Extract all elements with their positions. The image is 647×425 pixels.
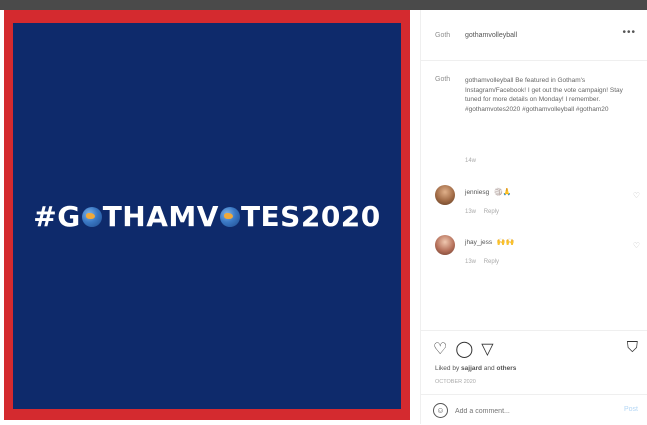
post-sidebar: Goth gothamvolleyball ••• Goth gothamvol… xyxy=(420,10,647,424)
top-strip xyxy=(0,0,647,10)
profile-avatar-logo[interactable]: Goth xyxy=(435,32,461,39)
add-comment-bar: ☺ Post xyxy=(421,394,647,425)
comment-meta: 13w Reply xyxy=(465,259,505,265)
comment-username[interactable]: jenniesg xyxy=(465,189,489,196)
hashtag-text: #G THAMV TES2020 xyxy=(33,200,381,233)
comment-item: jhay_jess 🙌🙌 13w Reply ♡ xyxy=(435,235,640,275)
comment-text: 🏐🙏 xyxy=(494,189,512,196)
reply-link[interactable]: Reply xyxy=(484,259,499,265)
comment-item: jenniesg 🏐🙏 13w Reply ♡ xyxy=(435,185,640,225)
heart-icon[interactable]: ♡ xyxy=(433,339,447,359)
comment-author[interactable]: jenniesg 🏐🙏 xyxy=(465,188,511,196)
reply-link[interactable]: Reply xyxy=(484,209,499,215)
hashtag-part-3: TES2020 xyxy=(240,199,381,233)
comment-text: 🙌🙌 xyxy=(496,239,515,246)
post-date: OCTOBER 2020 xyxy=(435,379,476,385)
more-options-icon[interactable]: ••• xyxy=(622,27,636,38)
emoji-icon[interactable]: ☺ xyxy=(433,403,448,418)
avatar[interactable] xyxy=(435,235,455,255)
like-comment-heart-icon[interactable]: ♡ xyxy=(633,191,640,200)
post-comment-button[interactable]: Post xyxy=(624,406,638,413)
liked-by-user[interactable]: sajjard xyxy=(461,365,482,372)
liked-by-others[interactable]: others xyxy=(496,365,516,372)
liked-by-prefix: Liked by xyxy=(435,365,462,372)
liked-by-and: and xyxy=(482,365,497,372)
post-caption: Goth gothamvolleyball Be featured in Got… xyxy=(435,76,635,114)
hashtag-part-2: THAMV xyxy=(102,199,219,233)
comment-input[interactable] xyxy=(453,402,607,420)
profile-username[interactable]: gothamvolleyball xyxy=(465,32,517,39)
globe-icon xyxy=(219,207,240,227)
comment-time: 13w xyxy=(465,259,477,265)
post-image[interactable]: #G THAMV TES2020 xyxy=(4,10,410,420)
post-header: Goth gothamvolleyball ••• xyxy=(421,10,647,61)
action-icons: ♡ ◯ ▽ xyxy=(433,339,494,359)
comment-meta: 13w Reply xyxy=(465,209,505,215)
caption-avatar-logo[interactable]: Goth xyxy=(435,76,461,114)
post-image-graphic: #G THAMV TES2020 xyxy=(13,23,401,409)
caption-text: gothamvolleyball Be featured in Gotham's… xyxy=(465,77,623,113)
hashtag-part-1: #G xyxy=(33,199,81,233)
comment-time: 13w xyxy=(465,209,477,215)
like-comment-heart-icon[interactable]: ♡ xyxy=(633,241,640,250)
globe-icon xyxy=(81,207,102,227)
comment-author[interactable]: jhay_jess 🙌🙌 xyxy=(465,238,514,246)
post-actions: ♡ ◯ ▽ ⛉ Liked by sajjard and others OCTO… xyxy=(421,330,647,401)
comment-username[interactable]: jhay_jess xyxy=(465,239,492,246)
bookmark-icon[interactable]: ⛉ xyxy=(627,339,638,356)
likes-summary: Liked by sajjard and others xyxy=(435,365,516,372)
share-arrow-icon[interactable]: ▽ xyxy=(481,339,493,359)
avatar[interactable] xyxy=(435,185,455,205)
comment-bubble-icon[interactable]: ◯ xyxy=(455,339,473,359)
caption-timestamp: 14w xyxy=(465,158,477,164)
